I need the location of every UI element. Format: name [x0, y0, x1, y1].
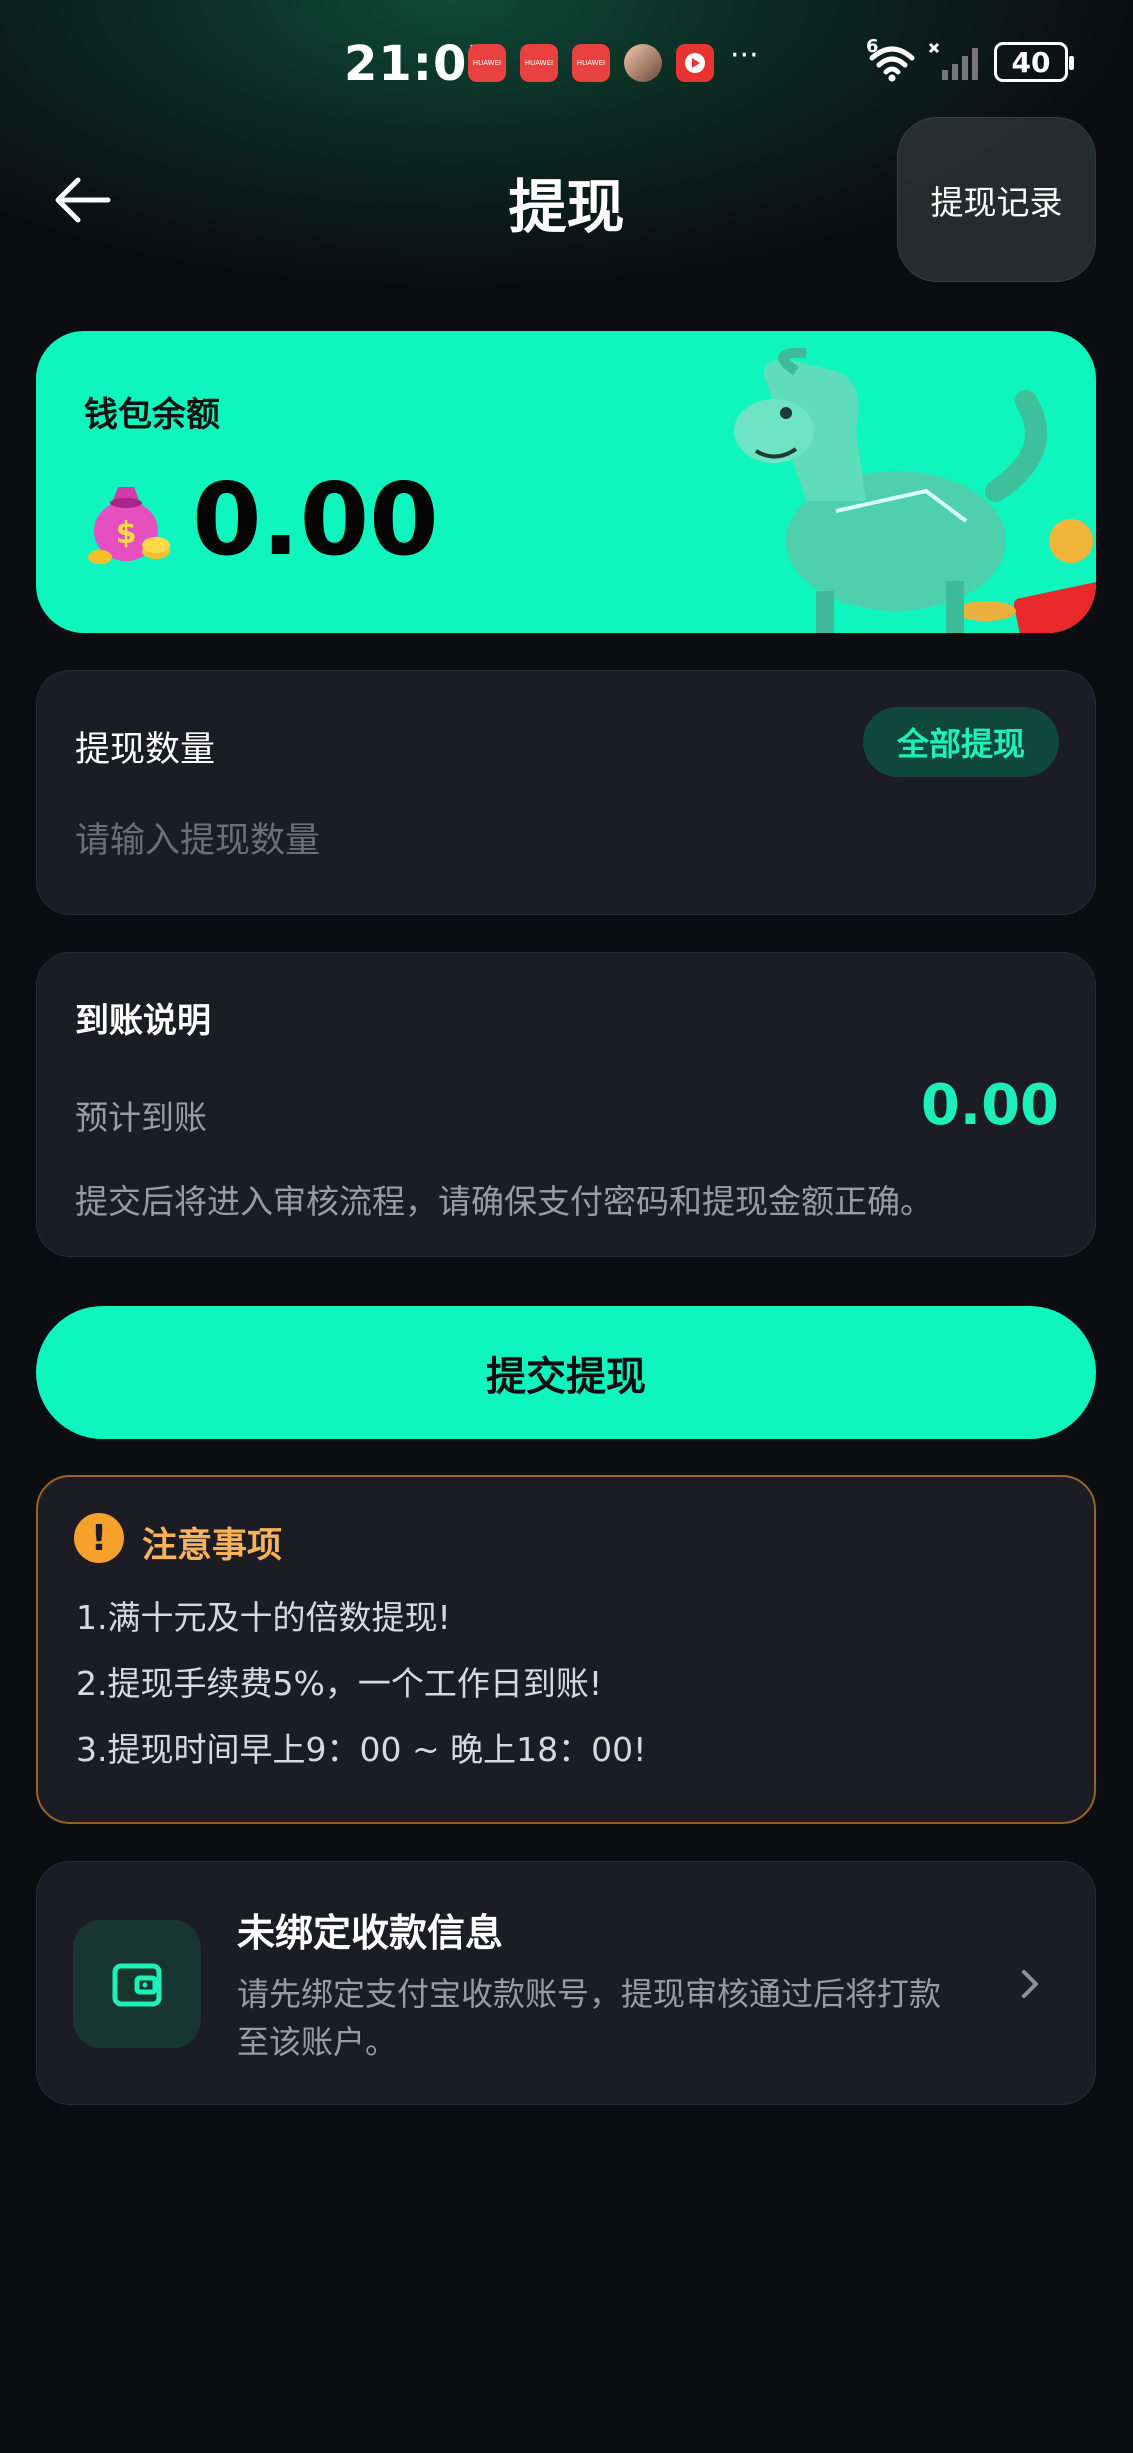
submit-withdraw-button[interactable]: 提交提现: [36, 1306, 1096, 1439]
withdraw-all-button[interactable]: 全部提现: [863, 707, 1059, 777]
expected-arrival-label: 预计到账: [75, 1098, 207, 1137]
warning-icon: !: [74, 1513, 124, 1563]
status-app-icons: HUAWEI HUAWEI HUAWEI: [468, 44, 714, 82]
photo-app-icon: [624, 44, 662, 82]
rocking-horse-illustration: [734, 347, 1096, 633]
withdraw-records-button[interactable]: 提现记录: [897, 117, 1096, 282]
withdraw-quantity-panel: 提现数量 全部提现: [36, 670, 1096, 915]
huawei-app-icon: HUAWEI: [572, 44, 610, 82]
arrival-info-panel: 到账说明 预计到账 0.00 提交后将进入审核流程，请确保支付密码和提现金额正确…: [36, 952, 1096, 1257]
wallet-icon: [112, 1963, 162, 2007]
chevron-right-icon: [1022, 1970, 1038, 1998]
quantity-input[interactable]: [75, 811, 975, 871]
arrival-note: 提交后将进入审核流程，请确保支付密码和提现金额正确。: [75, 1182, 933, 1221]
notice-item: 1.满十元及十的倍数提现!: [76, 1598, 451, 1637]
balance-card: 钱包余额 $ 0.00: [36, 331, 1096, 633]
huawei-app-icon: HUAWEI: [520, 44, 558, 82]
battery-indicator: 40: [994, 42, 1074, 82]
money-bag-icon: $: [88, 487, 170, 564]
quantity-title: 提现数量: [75, 730, 216, 770]
wifi-icon: 6: [866, 36, 918, 82]
bind-account-panel[interactable]: 未绑定收款信息 请先绑定支付宝收款账号，提现审核通过后将打款至该账户。: [36, 1861, 1096, 2105]
status-indicators: 6 40: [866, 36, 1074, 82]
expected-arrival-value: 0.00: [920, 1073, 1059, 1138]
huawei-app-icon: HUAWEI: [468, 44, 506, 82]
notice-panel: ! 注意事项 1.满十元及十的倍数提现! 2.提现手续费5%，一个工作日到账! …: [36, 1475, 1096, 1824]
video-app-icon: [676, 44, 714, 82]
status-bar: 21:07 HUAWEI HUAWEI HUAWEI ··· 6 40: [0, 30, 1133, 92]
balance-label: 钱包余额: [84, 395, 220, 435]
bind-title: 未绑定收款信息: [237, 1911, 504, 1955]
wallet-icon-box: [73, 1920, 201, 2048]
more-notifications-icon: ···: [730, 38, 759, 73]
notice-item: 3.提现时间早上9：00 ~ 晚上18：00!: [76, 1730, 647, 1769]
notice-title: 注意事项: [142, 1526, 283, 1566]
svg-text:$: $: [116, 516, 137, 551]
bind-description: 请先绑定支付宝收款账号，提现审核通过后将打款至该账户。: [237, 1975, 942, 2061]
balance-value: 0.00: [192, 461, 439, 578]
notice-item: 2.提现手续费5%，一个工作日到账!: [76, 1664, 603, 1703]
signal-icon: [928, 42, 984, 82]
arrival-title: 到账说明: [75, 1001, 211, 1041]
